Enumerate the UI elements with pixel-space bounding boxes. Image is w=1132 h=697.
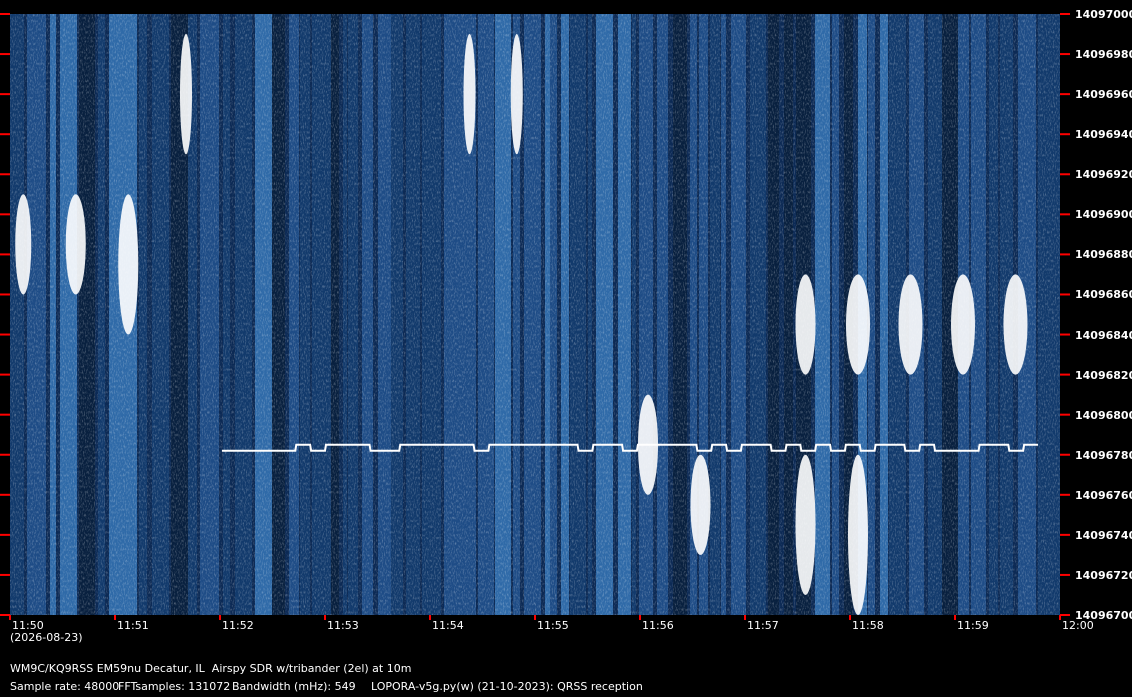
y-tick-label: 14096760 bbox=[1075, 488, 1132, 502]
software-info: LOPORA-v5g.py(w) (21-10-2023): QRSS rece… bbox=[371, 680, 643, 693]
x-axis-ticks bbox=[9, 615, 1061, 620]
x-tick-label: 11:55 bbox=[537, 619, 569, 632]
y-tick-label: 14096740 bbox=[1075, 528, 1132, 542]
y-tick-label: 14096880 bbox=[1075, 248, 1132, 262]
y-tick-label: 14096840 bbox=[1075, 328, 1132, 342]
y-tick-label: 14097000 bbox=[1075, 8, 1132, 21]
x-tick-label: 11:54 bbox=[432, 619, 464, 632]
x-tick-label: 12:00 bbox=[1062, 619, 1094, 632]
y-tick-label: 14096960 bbox=[1075, 88, 1132, 102]
y-tick-label: 14096720 bbox=[1075, 568, 1132, 582]
waterfall-speckle bbox=[10, 14, 1060, 615]
y-tick-label: 14096920 bbox=[1075, 168, 1132, 182]
date-label: (2026-08-23) bbox=[10, 631, 83, 644]
station-info: WM9C/KQ9RSS EM59nu Decatur, IL Airspy SD… bbox=[10, 662, 412, 675]
y-tick-label: 14096980 bbox=[1075, 48, 1132, 62]
x-tick-label: 11:53 bbox=[327, 619, 359, 632]
x-tick-label: 11:51 bbox=[117, 619, 149, 632]
y-tick-label: 14096800 bbox=[1075, 408, 1132, 422]
y-tick-label: 14096780 bbox=[1075, 448, 1132, 462]
x-tick-label: 11:52 bbox=[222, 619, 254, 632]
x-tick-label: 11:50 bbox=[12, 619, 44, 632]
y-tick-label: 14096820 bbox=[1075, 368, 1132, 382]
x-tick-label: 11:58 bbox=[852, 619, 884, 632]
y-tick-label: 14096940 bbox=[1075, 128, 1132, 142]
bandwidth: Bandwidth (mHz): 549 bbox=[232, 680, 356, 693]
x-tick-label: 11:59 bbox=[957, 619, 989, 632]
y-tick-label: 14096900 bbox=[1075, 208, 1132, 222]
y-tick-label: 14096860 bbox=[1075, 288, 1132, 302]
x-tick-label: 11:56 bbox=[642, 619, 674, 632]
x-tick-label: 11:57 bbox=[747, 619, 779, 632]
fft-samples: FFTsamples: 131072 bbox=[118, 680, 231, 693]
waterfall-plot bbox=[0, 13, 1070, 620]
sample-rate: Sample rate: 48000 bbox=[10, 680, 120, 693]
